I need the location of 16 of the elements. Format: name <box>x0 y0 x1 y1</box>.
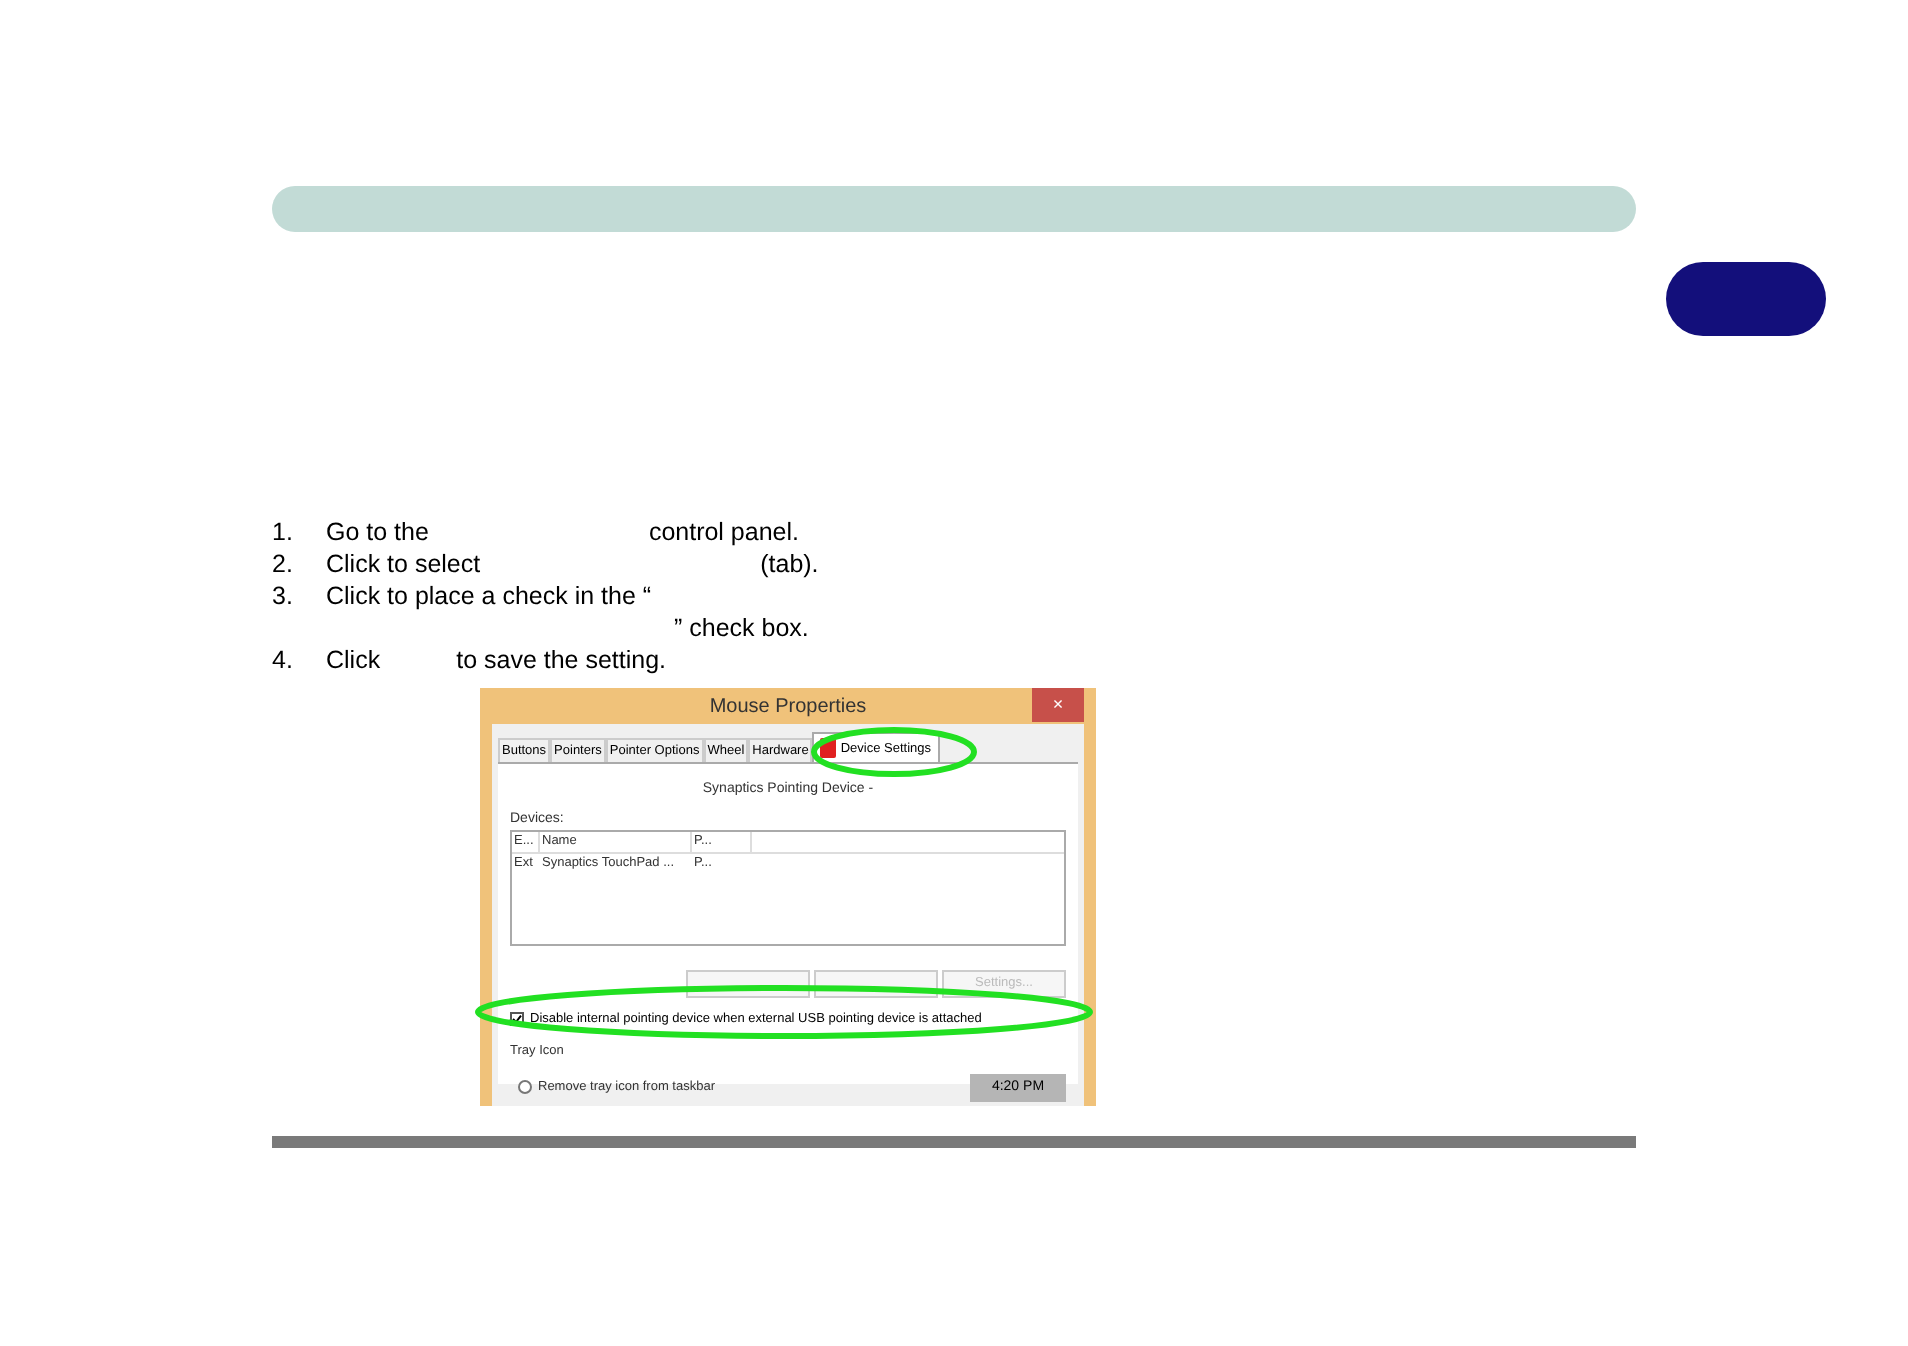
step-text: control panel. <box>648 516 799 548</box>
checkbox[interactable] <box>510 1012 524 1027</box>
step-number: 3. <box>272 580 295 614</box>
step-number: 4. <box>272 644 295 676</box>
step-number: 2. <box>272 548 295 580</box>
step-text: Click <box>326 644 381 676</box>
window-title: Mouse Properties <box>709 693 867 721</box>
step-text: Click to place a check in the “ <box>326 580 654 612</box>
step-text: Click to select <box>326 548 481 580</box>
step-text: Go to the <box>326 516 429 548</box>
close-button[interactable]: × <box>1032 688 1084 722</box>
radio-button[interactable] <box>518 1080 532 1094</box>
step-text: to save the setting. <box>456 644 667 676</box>
step-text: (tab). <box>760 548 819 580</box>
step-number: 1. <box>272 516 295 548</box>
step-text: ” check box. <box>672 612 809 644</box>
